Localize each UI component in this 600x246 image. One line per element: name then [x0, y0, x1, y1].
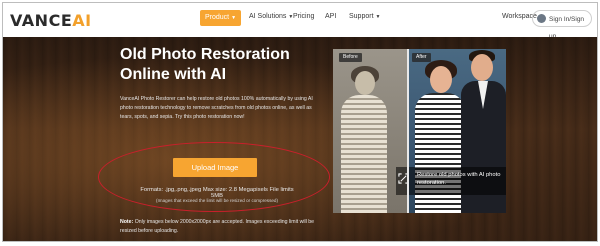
browser-frame: VANCEAI Product ▼ AI Solutions ▼ Pricing A… — [2, 2, 598, 242]
nav-ai-solutions-label: AI Solutions — [249, 13, 287, 20]
after-label: After — [412, 53, 431, 62]
logo-text: VANCE — [10, 11, 73, 30]
upload-limit-note: (Images that exceed the limit will be re… — [155, 198, 279, 203]
nav-support-label: Support — [349, 13, 374, 20]
nav-product-button[interactable]: Product ▼ — [200, 10, 241, 26]
before-label: Before — [339, 53, 362, 62]
page-title: Old Photo Restoration Online with AI — [120, 45, 320, 85]
title-line-1: Old Photo Restoration — [120, 46, 290, 63]
avatar-icon — [537, 14, 546, 23]
sign-in-button[interactable]: Sign In/Sign up — [532, 10, 592, 40]
nav-api-label: API — [325, 13, 337, 20]
chevron-down-icon: ▼ — [231, 15, 237, 21]
top-nav: VANCEAI Product ▼ AI Solutions ▼ Pricing A… — [3, 3, 597, 40]
person-silhouette — [341, 95, 387, 213]
chevron-down-icon: ▼ — [375, 14, 381, 20]
note-label: Note: — [120, 219, 134, 225]
nav-product-label: Product — [204, 14, 230, 21]
preview-caption: Restore old photos with AI photo restora… — [417, 172, 501, 186]
nav-api[interactable]: API — [325, 13, 336, 20]
hero-section: Old Photo Restoration Online with AI Van… — [3, 37, 597, 241]
person-head — [355, 71, 375, 95]
nav-pricing[interactable]: Pricing — [293, 13, 314, 20]
hero-description: VanceAI Photo Restorer can help restore … — [120, 96, 313, 120]
note-text: Only images below 2000x2000px are accept… — [120, 219, 315, 234]
logo[interactable]: VANCEAI — [10, 11, 92, 30]
nav-pricing-label: Pricing — [293, 13, 315, 20]
after-image: After Restore old photos with AI photo r… — [396, 49, 506, 213]
nav-ai-solutions[interactable]: AI Solutions ▼ — [249, 13, 293, 20]
size-note: Note: Only images below 2000x2000px are … — [120, 218, 330, 236]
logo-accent: AI — [72, 11, 92, 30]
title-line-2: Online with AI — [120, 66, 227, 83]
compare-divider[interactable] — [407, 49, 409, 213]
before-after-preview[interactable]: Before After Restore old photos with AI … — [333, 49, 506, 213]
person-head — [430, 66, 452, 93]
person-head — [471, 54, 493, 81]
upload-image-button[interactable]: Upload Image — [173, 158, 257, 177]
nav-support[interactable]: Support ▼ — [349, 13, 380, 20]
person-silhouette — [415, 93, 465, 213]
